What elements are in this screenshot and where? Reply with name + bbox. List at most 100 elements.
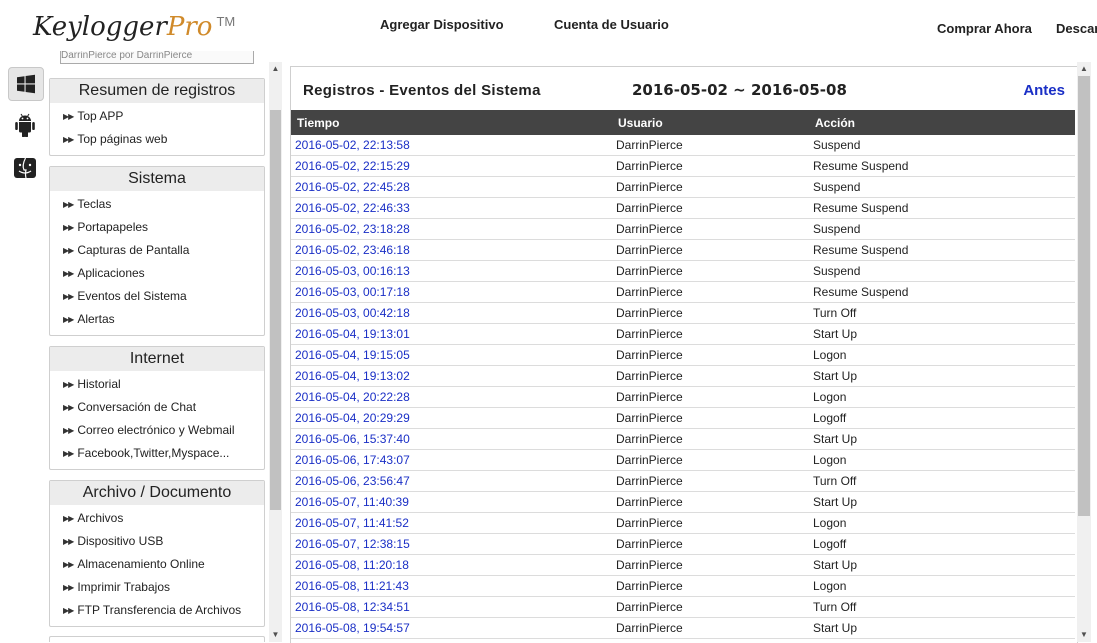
- sidebar-item-label: Alertas: [77, 312, 115, 326]
- cell-time[interactable]: 2016-05-02, 22:45:28: [291, 176, 612, 198]
- sidebar-section-next: [49, 636, 265, 642]
- scroll-down-icon[interactable]: ▼: [269, 628, 282, 642]
- sidebar-item-applications[interactable]: ▶▶ Aplicaciones: [50, 262, 264, 285]
- windows-logo-svg: [17, 74, 35, 94]
- logo-pro-text: Pro: [166, 12, 213, 42]
- double-arrow-icon: ▶▶: [63, 426, 74, 435]
- cell-time[interactable]: 2016-05-04, 20:22:28: [291, 386, 612, 408]
- scroll-up-icon[interactable]: ▲: [269, 62, 282, 76]
- cell-time[interactable]: 2016-05-04, 19:13:02: [291, 365, 612, 387]
- cell-user: DarrinPierce: [612, 386, 809, 408]
- sidebar-item-history[interactable]: ▶▶ Historial: [50, 373, 264, 396]
- sidebar-scrollbar[interactable]: ▲ ▼: [269, 62, 282, 642]
- double-arrow-icon: ▶▶: [63, 403, 74, 412]
- cell-time[interactable]: 2016-05-08, 11:21:43: [291, 575, 612, 597]
- cell-time[interactable]: 2016-05-02, 22:46:33: [291, 197, 612, 219]
- cell-time[interactable]: 2016-05-07, 12:38:15: [291, 533, 612, 555]
- cell-time[interactable]: 2016-05-02, 22:13:58: [291, 135, 612, 156]
- cell-time[interactable]: 2016-05-08, 19:54:57: [291, 617, 612, 639]
- cell-time[interactable]: 2016-05-04, 19:13:01: [291, 323, 612, 345]
- sidebar-item-print-jobs[interactable]: ▶▶ Imprimir Trabajos: [50, 576, 264, 599]
- scroll-up-icon[interactable]: ▲: [1077, 62, 1091, 76]
- page-scrollbar[interactable]: ▲ ▼: [1077, 62, 1091, 642]
- cell-user: DarrinPierce: [612, 512, 809, 534]
- sidebar-item-top-app[interactable]: ▶▶ Top APP: [50, 105, 264, 128]
- cell-user: DarrinPierce: [612, 323, 809, 345]
- cell-time[interactable]: 2016-05-03, 00:16:13: [291, 260, 612, 282]
- sidebar-item-files[interactable]: ▶▶ Archivos: [50, 507, 264, 530]
- cell-user: DarrinPierce: [612, 491, 809, 513]
- cell-time[interactable]: 2016-05-02, 23:46:18: [291, 239, 612, 261]
- cell-user: DarrinPierce: [612, 554, 809, 576]
- cell-user: DarrinPierce: [612, 135, 809, 156]
- cell-action: Resume Suspend: [809, 281, 1075, 303]
- column-header-user[interactable]: Usuario: [612, 110, 809, 135]
- double-arrow-icon: ▶▶: [63, 135, 74, 144]
- cell-time[interactable]: 2016-05-07, 11:41:52: [291, 512, 612, 534]
- double-arrow-icon: ▶▶: [63, 606, 74, 615]
- cell-time[interactable]: 2016-05-03, 00:42:18: [291, 302, 612, 324]
- nav-buy-now[interactable]: Comprar Ahora: [937, 21, 1032, 36]
- cell-time[interactable]: 2016-05-04, 19:15:05: [291, 344, 612, 366]
- cell-time[interactable]: 2016-05-06, 23:56:47: [291, 470, 612, 492]
- sidebar-item-usb[interactable]: ▶▶ Dispositivo USB: [50, 530, 264, 553]
- sidebar-item-alerts[interactable]: ▶▶ Alertas: [50, 308, 264, 331]
- sidebar-section-title: Sistema: [50, 167, 264, 191]
- sidebar-item-label: Eventos del Sistema: [77, 289, 187, 303]
- cell-time[interactable]: 2016-05-02, 22:15:29: [291, 155, 612, 177]
- sidebar-item-clipboard[interactable]: ▶▶ Portapapeles: [50, 216, 264, 239]
- cell-time[interactable]: 2016-05-06, 15:37:40: [291, 428, 612, 450]
- mac-icon[interactable]: [8, 152, 42, 184]
- cell-time[interactable]: 2016-05-08, 12:34:51: [291, 596, 612, 618]
- previous-link[interactable]: Antes: [1023, 82, 1065, 99]
- double-arrow-icon: ▶▶: [63, 112, 74, 121]
- nav-user-account[interactable]: Cuenta de Usuario: [554, 17, 669, 32]
- app-logo[interactable]: KeyloggerPro TM: [33, 12, 235, 42]
- table-row: 2016-05-04, 20:29:29 DarrinPierce Logoff: [291, 407, 1075, 429]
- scroll-down-icon[interactable]: ▼: [1077, 628, 1091, 642]
- windows-icon[interactable]: [8, 67, 44, 101]
- sidebar-item-social[interactable]: ▶▶ Facebook,Twitter,Myspace...: [50, 442, 264, 465]
- table-row: 2016-05-02, 22:45:28 DarrinPierce Suspend: [291, 176, 1075, 198]
- device-select[interactable]: DarrinPierce por DarrinPierce: [60, 51, 254, 64]
- nav-download[interactable]: Descar: [1056, 21, 1097, 36]
- table-row: 2016-05-04, 19:13:02 DarrinPierce Start Up: [291, 365, 1075, 387]
- sidebar-item-keystrokes[interactable]: ▶▶ Teclas: [50, 193, 264, 216]
- sidebar-item-ftp[interactable]: ▶▶ FTP Transferencia de Archivos: [50, 599, 264, 622]
- sidebar-item-chat[interactable]: ▶▶ Conversación de Chat: [50, 396, 264, 419]
- sidebar-item-label: Historial: [77, 377, 121, 391]
- table-row: 2016-05-02, 22:46:33 DarrinPierce Resume S…: [291, 197, 1075, 219]
- cell-time[interactable]: 2016-05-04, 20:29:29: [291, 407, 612, 429]
- column-header-action[interactable]: Acción: [809, 110, 1075, 135]
- panel-title: Registros - Eventos del Sistema: [303, 82, 541, 99]
- cell-user: DarrinPierce: [612, 344, 809, 366]
- sidebar-scrollbar-thumb[interactable]: [270, 110, 281, 510]
- cell-user: DarrinPierce: [612, 533, 809, 555]
- double-arrow-icon: ▶▶: [63, 449, 74, 458]
- cell-time[interactable]: 2016-05-06, 17:43:07: [291, 449, 612, 471]
- sidebar-item-label: Almacenamiento Online: [77, 557, 205, 571]
- cell-time[interactable]: 2016-05-07, 11:40:39: [291, 491, 612, 513]
- cell-time[interactable]: 2016-05-02, 23:18:28: [291, 218, 612, 240]
- events-table-body: 2016-05-02, 22:13:58 DarrinPierce Suspend 2…: [291, 135, 1075, 639]
- cell-user: DarrinPierce: [612, 197, 809, 219]
- cell-time[interactable]: 2016-05-03, 00:17:18: [291, 281, 612, 303]
- sidebar-item-system-events[interactable]: ▶▶ Eventos del Sistema: [50, 285, 264, 308]
- sidebar-item-label: Conversación de Chat: [77, 400, 197, 414]
- sidebar-item-screenshots[interactable]: ▶▶ Capturas de Pantalla: [50, 239, 264, 262]
- sidebar-item-label: Portapapeles: [77, 220, 149, 234]
- cell-action: Logon: [809, 449, 1075, 471]
- android-icon[interactable]: [8, 109, 42, 141]
- page-scrollbar-thumb[interactable]: [1078, 76, 1090, 516]
- sidebar-item-email[interactable]: ▶▶ Correo electrónico y Webmail: [50, 419, 264, 442]
- sidebar-section-summary: Resumen de registros ▶▶ Top APP ▶▶ Top pág…: [49, 78, 265, 156]
- sidebar: DarrinPierce por DarrinPierce Resumen de…: [48, 48, 266, 642]
- cell-action: Suspend: [809, 218, 1075, 240]
- sidebar-item-top-webpages[interactable]: ▶▶ Top páginas web: [50, 128, 264, 151]
- sidebar-section-internet: Internet ▶▶ Historial ▶▶ Conversación de C…: [49, 346, 265, 470]
- nav-add-device[interactable]: Agregar Dispositivo: [380, 17, 504, 32]
- cell-time[interactable]: 2016-05-08, 11:20:18: [291, 554, 612, 576]
- column-header-time[interactable]: Tiempo: [291, 110, 612, 135]
- sidebar-item-cloud-storage[interactable]: ▶▶ Almacenamiento Online: [50, 553, 264, 576]
- sidebar-item-label: Imprimir Trabajos: [77, 580, 170, 594]
